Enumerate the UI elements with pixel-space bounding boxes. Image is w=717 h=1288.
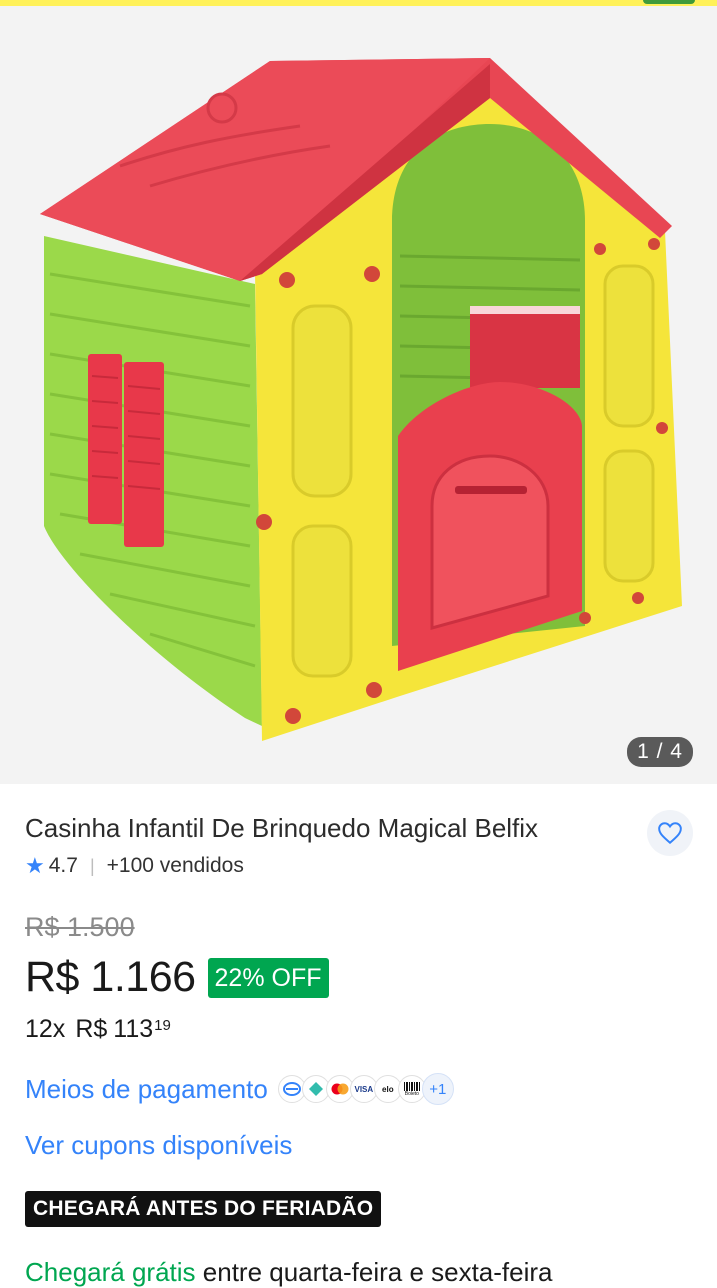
payment-icons: VISA elo Boleto +1 <box>277 1073 454 1105</box>
product-image <box>40 58 682 741</box>
sold-count: +100 vendidos <box>106 854 244 877</box>
installment-value: 113 <box>113 1015 154 1043</box>
rating-value: 4.7 <box>48 854 78 877</box>
delivery-info: Chegará grátis entre quarta-feira e sext… <box>25 1257 553 1288</box>
installments-count: 12x <box>25 1015 66 1043</box>
payment-methods-row[interactable]: Meios de pagamento VISA elo Boleto +1 <box>25 1073 454 1105</box>
holiday-delivery-badge: CHEGARÁ ANTES DO FERIADÃO <box>25 1191 382 1227</box>
divider: | <box>89 855 95 876</box>
current-price: R$ 1.166 <box>25 953 196 1001</box>
installments: 12x R$ 113 19 <box>25 1015 171 1044</box>
discount-badge: 22% OFF <box>207 957 329 998</box>
boleto-label: Boleto <box>404 1090 419 1097</box>
free-shipping-label: Chegará grátis <box>25 1257 196 1287</box>
rating-row[interactable]: ★ 4.7 | +100 vendidos <box>25 853 244 879</box>
image-counter: 1 / 4 <box>627 737 693 767</box>
favorite-button[interactable] <box>647 810 693 856</box>
header-action-stub[interactable] <box>643 0 695 4</box>
price-row: R$ 1.166 22% OFF <box>25 953 329 1002</box>
product-image-gallery[interactable]: 1 / 4 <box>0 6 717 784</box>
delivery-window: entre quarta-feira e sexta-feira <box>195 1257 553 1287</box>
original-price: R$ 1.500 <box>25 912 135 942</box>
installment-currency: R$ <box>75 1015 108 1043</box>
star-icon: ★ <box>25 853 45 878</box>
payment-methods-link[interactable]: Meios de pagamento <box>25 1074 268 1105</box>
product-title: Casinha Infantil De Brinquedo Magical Be… <box>25 813 539 843</box>
installment-cents: 19 <box>154 1017 171 1034</box>
heart-icon <box>658 822 682 845</box>
coupons-link[interactable]: Ver cupons disponíveis <box>25 1130 292 1161</box>
more-payment-methods[interactable]: +1 <box>421 1073 454 1105</box>
